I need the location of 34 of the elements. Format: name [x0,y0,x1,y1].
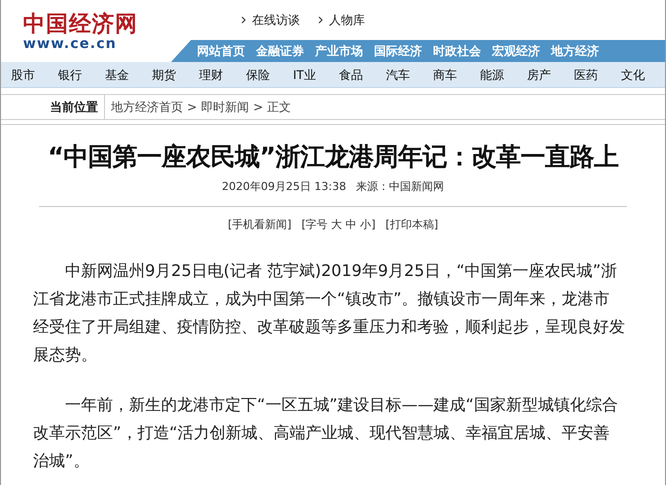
publish-date: 2020年09月25日 13:38 [222,179,346,195]
tool-link[interactable]: [打印本稿] [386,216,438,233]
article-paragraph: 一年前，新生的龙港市定下“一区五城”建设目标——建成“国家新型城镇化综合改革示范区”，打造“活力创新城、高端产业城、现代智慧城、幸福宜居城、平安善治城”。 [33,394,619,472]
nav-link[interactable]: 能源 [480,66,504,84]
nav-link[interactable]: 期货 [152,66,176,84]
nav-link[interactable]: 房产 [526,66,551,84]
breadcrumb-label: 当前位置 [50,99,98,116]
logo-text[interactable]: 中国经济网 [23,12,138,36]
nav-link[interactable]: 保险 [246,66,270,84]
site-url: www.ce.cn [23,36,117,52]
nav-link[interactable]: 银行 [58,66,82,84]
nav-link[interactable]: 在线访谈 [252,11,300,29]
breadcrumb-separator: > [187,99,198,116]
nav-link[interactable]: 汽车 [386,66,410,84]
article-paragraph: 中新网温州9月25日电(记者 范宇斌)2019年9月25日，“中国第一座农民城”浙江省龙港市正式挂牌成立，成为中国第一个“镇改市”。撤镇设市一周年来，龙港市经受住了开局组建、疫情防控、改革破题等多重压力和考验，顺利起步，呈现良好发展态势。 [33,260,625,366]
nav-link[interactable]: 基金 [105,66,129,84]
current-page-text: 正文 [267,99,292,116]
nav-link[interactable]: IT业 [293,66,316,84]
source-text: 来源：中国新闻网 [356,179,444,195]
breadcrumb-link[interactable]: 地方经济首页 [111,98,183,116]
nav-link[interactable]: 商车 [432,66,457,84]
breadcrumb-link[interactable]: 即时新闻 [201,98,250,116]
breadcrumb-separator: > [253,99,264,116]
nav-link[interactable]: 理财 [199,66,223,84]
article-title: “中国第一座农民城”浙江龙港周年记：改革一直路上 [46,141,620,173]
nav-link[interactable]: 股市 [11,66,35,84]
nav-link[interactable]: 医药 [574,66,598,84]
nav-link[interactable]: 人物库 [329,11,365,29]
chevron-icon [318,16,323,24]
tool-link[interactable]: [字号 大 中 小] [301,216,376,233]
nav-link[interactable]: 食品 [338,66,363,84]
tool-link[interactable]: [手机看新闻] [228,216,292,233]
chevron-icon [241,16,246,24]
nav-link[interactable]: 文化 [620,66,645,84]
